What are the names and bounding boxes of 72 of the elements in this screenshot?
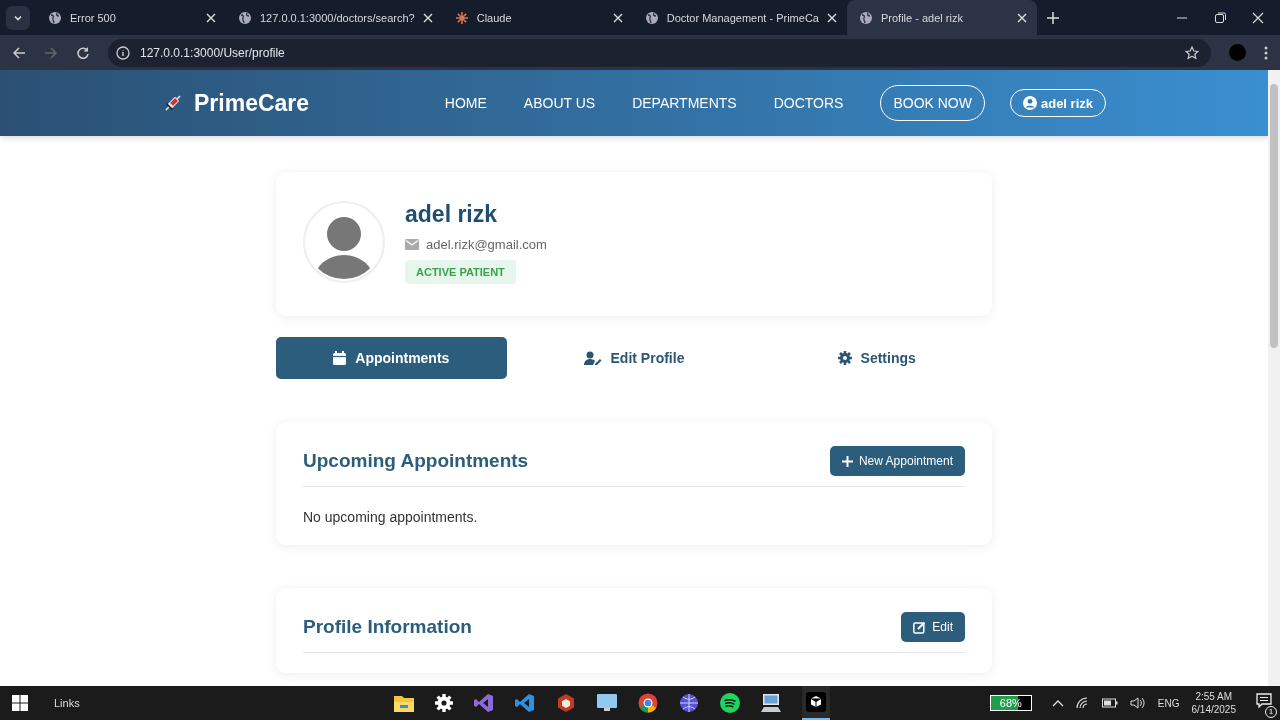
globe-icon[interactable] <box>678 693 699 713</box>
gear-icon[interactable] <box>434 694 453 712</box>
close-icon[interactable] <box>612 12 623 23</box>
globe-icon <box>238 10 252 25</box>
globe-icon <box>48 10 62 25</box>
notification-count: 1 <box>1265 706 1277 718</box>
spotify-icon[interactable] <box>719 693 740 713</box>
profile-tab[interactable]: Edit Profile <box>518 337 750 379</box>
user-pen-icon <box>583 351 602 365</box>
more-icon[interactable] <box>1264 45 1268 60</box>
taskbar-links-label[interactable]: Links <box>54 697 80 709</box>
bookmark-star-icon[interactable] <box>1185 45 1199 60</box>
nav-link[interactable]: DOCTORS <box>773 95 844 111</box>
edit-icon <box>913 620 927 634</box>
language-indicator[interactable]: ENG <box>1157 697 1180 709</box>
ribbon-logo-icon[interactable] <box>473 693 494 713</box>
folder-icon[interactable] <box>393 694 414 712</box>
computer-icon[interactable] <box>760 694 781 712</box>
speaker-icon[interactable] <box>1129 697 1146 709</box>
close-icon[interactable] <box>422 12 433 23</box>
reload-icon[interactable] <box>76 45 90 60</box>
scrollbar[interactable] <box>1268 70 1280 686</box>
clock-time[interactable]: 2:55 AM <box>1195 690 1233 703</box>
browser-tab[interactable]: Profile - adel rizk <box>846 0 1037 35</box>
nav-link[interactable]: HOME <box>444 95 487 111</box>
tab-list-button[interactable] <box>6 5 30 30</box>
calendar-icon <box>333 351 347 365</box>
notification-icon[interactable] <box>1256 693 1272 709</box>
close-icon[interactable] <box>1252 11 1264 24</box>
clock-date[interactable]: 6/14/2025 <box>1191 703 1236 716</box>
back-icon[interactable] <box>12 45 26 60</box>
browser-tab[interactable]: 127.0.0.1:3000/doctors/search? <box>226 0 443 35</box>
wifi-icon[interactable] <box>1075 697 1090 709</box>
section-title: Profile Information <box>303 616 472 638</box>
profile-tab[interactable]: Settings <box>761 337 992 379</box>
gear-icon <box>837 351 852 365</box>
browser-tab[interactable]: Claude <box>442 0 633 35</box>
syringe-icon <box>162 92 184 114</box>
empty-message: No upcoming appointments. <box>303 509 479 525</box>
starburst-icon <box>454 10 469 25</box>
windows-start-icon[interactable] <box>12 695 28 711</box>
close-icon[interactable] <box>206 12 216 23</box>
envelope-icon <box>405 238 419 250</box>
close-icon[interactable] <box>1016 12 1027 23</box>
browser-tab[interactable]: Doctor Management - PrimeCa <box>632 0 847 35</box>
code-editor-icon[interactable] <box>514 693 535 713</box>
restore-icon[interactable] <box>1214 11 1226 24</box>
chrome-icon[interactable] <box>637 693 658 713</box>
new-tab-icon[interactable] <box>1046 11 1059 24</box>
nav-link[interactable]: ABOUT US <box>523 95 596 111</box>
nav-link[interactable]: DEPARTMENTS <box>632 95 737 111</box>
profile-tab[interactable]: Appointments <box>276 337 507 379</box>
browser-tab[interactable]: Error 500 <box>36 0 226 35</box>
cube-icon[interactable] <box>555 693 576 713</box>
plus-icon <box>841 455 853 467</box>
profile-name: adel rizk <box>405 200 498 228</box>
info-icon <box>116 45 130 60</box>
section-title: Upcoming Appointments <box>303 450 529 472</box>
monitor-icon[interactable] <box>596 694 617 712</box>
user-circle-icon <box>1022 96 1037 110</box>
brand-name[interactable]: PrimeCare <box>194 89 310 117</box>
profile-email: adel.rizk@gmail.com <box>426 236 547 252</box>
address-field[interactable]: 127.0.0.1:3000/User/profile <box>108 38 1211 67</box>
globe-icon <box>644 10 659 25</box>
close-icon[interactable] <box>826 12 837 23</box>
battery-icon[interactable] <box>1101 698 1118 708</box>
globe-icon <box>858 10 873 25</box>
new-appointment-button[interactable]: New Appointment <box>829 446 965 476</box>
chevron-up-icon[interactable] <box>1051 699 1064 707</box>
box-app-icon[interactable] <box>805 692 826 712</box>
edit-button[interactable]: Edit <box>901 612 965 642</box>
status-badge: ACTIVE PATIENT <box>405 259 516 284</box>
